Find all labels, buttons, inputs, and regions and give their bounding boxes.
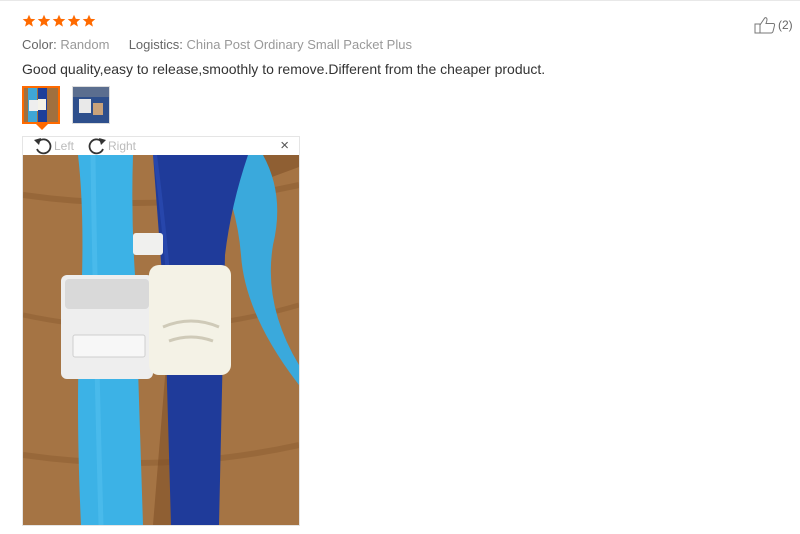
color-label: Color: (22, 37, 57, 52)
review-photo-thumbnail-1[interactable] (22, 86, 60, 124)
selected-thumbnail-pointer (36, 124, 48, 130)
rotate-right-label: Right (108, 139, 137, 153)
viewer-toolbar: Left Right × (23, 137, 299, 155)
star-icon (52, 14, 66, 27)
review-text: Good quality,easy to release,smoothly to… (22, 61, 546, 77)
helpful-count: (2) (778, 18, 793, 32)
rotate-right-icon (88, 138, 106, 155)
close-icon: × (280, 137, 289, 154)
review-photo-thumbnail-2[interactable] (72, 86, 110, 124)
rotate-left-icon (34, 138, 52, 155)
star-icon (37, 14, 51, 27)
image-viewer: Left Right × (22, 136, 300, 526)
photo-thumbnail-icon (24, 88, 58, 122)
thumbs-up-icon (754, 17, 776, 34)
star-rating (22, 14, 96, 28)
rotate-left-label: Left (54, 139, 75, 153)
logistics-value: China Post Ordinary Small Packet Plus (186, 37, 412, 52)
helpful-button[interactable]: (2) (754, 16, 793, 34)
rotate-left-button[interactable]: Left (33, 137, 74, 155)
photo-thumbnail-icon (73, 87, 109, 123)
review-photo (23, 155, 299, 525)
logistics-label: Logistics: (128, 37, 183, 52)
color-value: Random (60, 37, 110, 52)
star-icon (22, 14, 36, 27)
rotate-right-button[interactable]: Right (87, 137, 136, 155)
star-icon (82, 14, 96, 27)
close-viewer-button[interactable]: × (280, 138, 289, 154)
top-divider (0, 0, 800, 1)
star-icon (67, 14, 81, 27)
order-attributes: Color: Random Logistics: China Post Ordi… (22, 37, 412, 52)
